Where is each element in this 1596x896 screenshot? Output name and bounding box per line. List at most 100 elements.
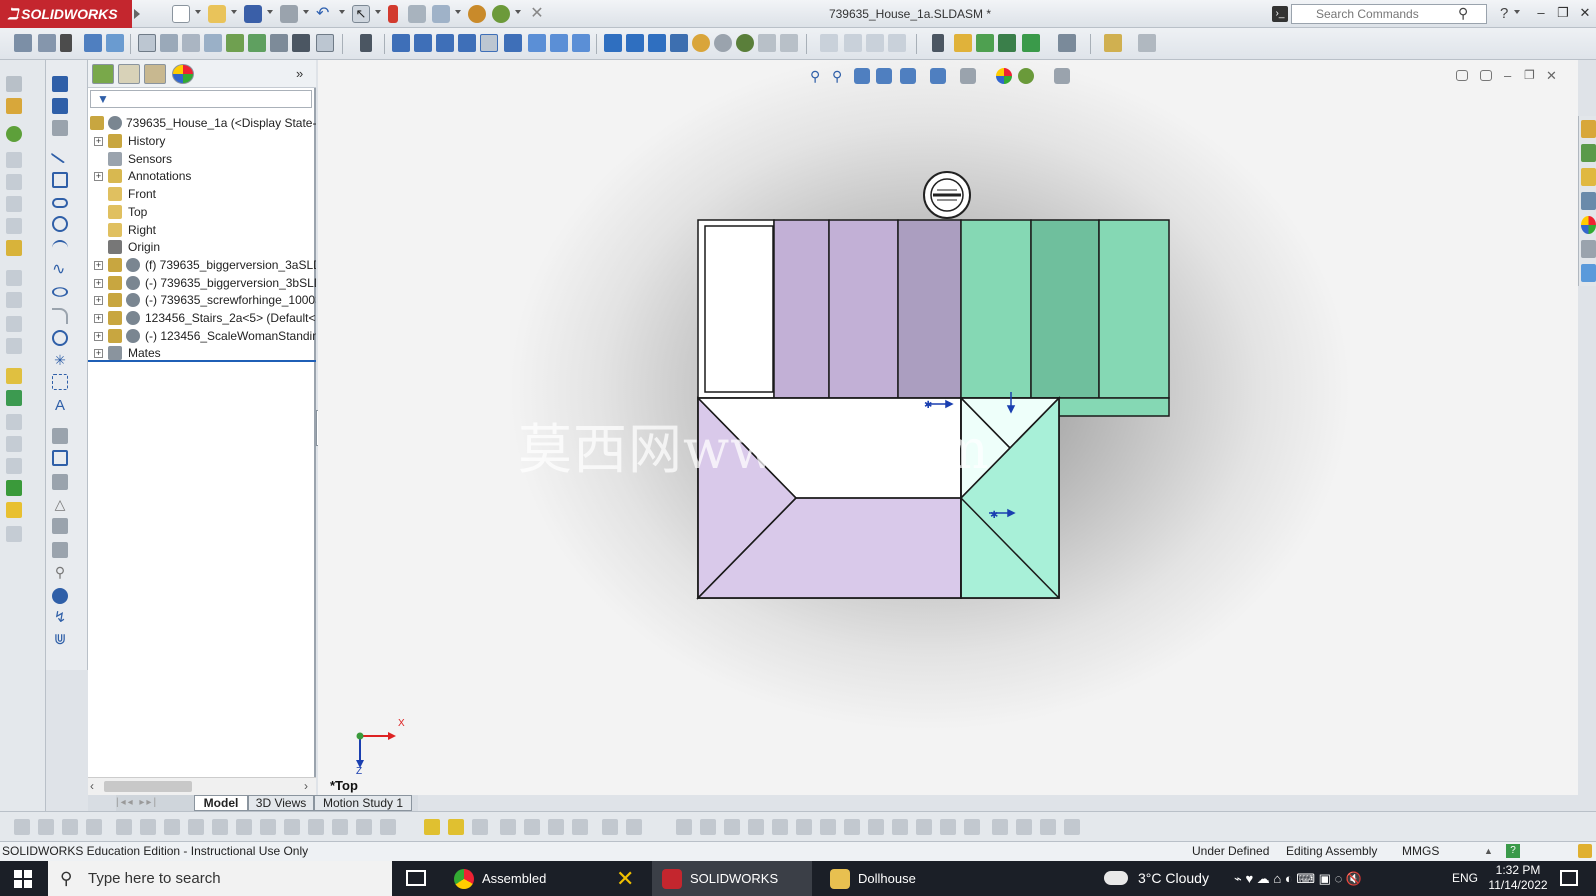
rebuild-status-icon[interactable] <box>1578 844 1592 858</box>
rotate-icon[interactable] <box>670 34 688 52</box>
solidworks-forum-icon[interactable] <box>1581 264 1596 282</box>
solidworks-logo[interactable]: ℶ SOLIDWORKS <box>0 0 132 28</box>
explode-icon[interactable] <box>270 34 288 52</box>
tree-item[interactable]: + Annotations <box>88 167 316 185</box>
feature-tool-35-icon[interactable] <box>892 819 908 835</box>
instant3d-icon[interactable] <box>316 34 334 52</box>
move-entities-icon[interactable] <box>52 542 68 558</box>
expand-panel-icon[interactable]: » <box>296 66 303 81</box>
feature-tool-8-icon[interactable] <box>188 819 204 835</box>
select-icon[interactable] <box>138 34 156 52</box>
select-pointer-icon[interactable]: ↖ <box>352 5 370 23</box>
feature-tool-37-icon[interactable] <box>940 819 956 835</box>
convert-entities-icon[interactable] <box>52 450 68 466</box>
print-dropdown-icon[interactable] <box>303 10 309 14</box>
arc-icon[interactable] <box>52 240 68 256</box>
roof-ornament[interactable] <box>923 171 971 219</box>
show-hidden-icon[interactable] <box>6 240 22 256</box>
rebuild-icon[interactable] <box>388 5 398 23</box>
ellipse-icon[interactable] <box>52 287 68 297</box>
feature-tool-16-icon[interactable] <box>380 819 396 835</box>
point-icon[interactable]: ✳ <box>52 352 68 368</box>
pattern-tool-icon[interactable] <box>6 174 22 190</box>
new-document-icon[interactable] <box>172 5 190 23</box>
view-right-icon[interactable] <box>458 34 476 52</box>
purple-wall-panel-3[interactable] <box>897 219 962 399</box>
sketch-dimension-icon[interactable] <box>52 120 68 136</box>
scroll-left-icon[interactable]: ‹ <box>90 779 94 793</box>
tab-3d-views[interactable]: 3D Views <box>248 795 314 811</box>
section-view-icon[interactable] <box>758 34 776 52</box>
language-indicator[interactable]: ENG <box>1452 861 1478 896</box>
feature-tool-14-icon[interactable] <box>332 819 348 835</box>
feature-tool-30-icon[interactable] <box>772 819 788 835</box>
tree-item[interactable]: Front <box>88 185 316 203</box>
appearance-tool-icon[interactable] <box>6 502 22 518</box>
expand-toggle-icon[interactable]: + <box>94 331 103 341</box>
scene-icon[interactable] <box>492 5 510 23</box>
command-search-icon[interactable]: ›_ <box>1272 6 1288 22</box>
feature-tool-17-icon[interactable] <box>424 819 440 835</box>
smart-fasteners-icon[interactable] <box>6 196 22 212</box>
feature-tool-42-icon[interactable] <box>1064 819 1080 835</box>
move-icon[interactable] <box>292 34 310 52</box>
taskbar-app-x-icon[interactable]: ✕ <box>616 868 634 890</box>
rapid-sketch-icon[interactable]: ⋓ <box>52 632 68 648</box>
feature-tool-13-icon[interactable] <box>308 819 324 835</box>
subassembly-icon[interactable] <box>204 34 222 52</box>
purple-wall-panel-2[interactable] <box>828 219 899 399</box>
tree-item[interactable]: Sensors <box>88 150 316 168</box>
feature-tool-3-icon[interactable] <box>62 819 78 835</box>
exploded-view-icon[interactable] <box>6 368 22 384</box>
component-preview-icon[interactable] <box>6 152 22 168</box>
taskbar-app-chrome[interactable]: Assembled Dollhou... <box>444 861 604 896</box>
resources-icon[interactable] <box>1581 144 1596 162</box>
mate-tool-icon[interactable] <box>6 126 22 142</box>
window-cascade-icon[interactable] <box>844 34 862 52</box>
rectangle-icon[interactable] <box>52 172 68 188</box>
toolbox-icon[interactable] <box>1104 34 1122 52</box>
expand-toggle-icon[interactable]: + <box>94 260 103 270</box>
file-properties-icon[interactable] <box>408 5 426 23</box>
new-dropdown-icon[interactable] <box>195 10 201 14</box>
horizontal-scrollbar[interactable]: ‹ › <box>88 777 316 795</box>
normal-to-icon[interactable] <box>360 34 372 52</box>
feature-tool-23-icon[interactable] <box>572 819 588 835</box>
select-dropdown-icon[interactable] <box>375 10 381 14</box>
feature-tool-15-icon[interactable] <box>356 819 372 835</box>
print-icon[interactable] <box>280 5 298 23</box>
clearance-icon[interactable] <box>998 34 1016 52</box>
mirror-icon[interactable] <box>248 34 266 52</box>
tree-item[interactable]: Right <box>88 221 316 239</box>
expand-toggle-icon[interactable]: + <box>94 314 103 323</box>
measure-icon[interactable] <box>932 34 944 52</box>
green-wall-panel-2[interactable] <box>1030 219 1100 399</box>
tree-filter-input[interactable]: ▼ <box>90 90 312 108</box>
design-library-icon[interactable] <box>1581 168 1596 186</box>
home-icon[interactable] <box>1581 120 1596 138</box>
appearance-icon[interactable] <box>468 5 486 23</box>
instant3d-tool-icon[interactable] <box>6 390 22 406</box>
feature-tool-32-icon[interactable] <box>820 819 836 835</box>
quick-snaps-icon[interactable]: ↯ <box>52 610 68 626</box>
tree-item[interactable]: + (-) 739635_biggerversion_3bSLD <box>88 274 316 292</box>
units-dropdown-icon[interactable]: ▲ <box>1484 842 1493 861</box>
spellcheck-icon[interactable] <box>84 34 102 52</box>
assembly-icon[interactable] <box>182 34 200 52</box>
expand-toggle-icon[interactable]: + <box>94 137 103 146</box>
notifications-icon[interactable] <box>1560 870 1578 886</box>
assembly-visualization-icon[interactable] <box>1058 34 1076 52</box>
tab-motion-study[interactable]: Motion Study 1 <box>314 795 412 811</box>
feature-tool-5-icon[interactable] <box>116 819 132 835</box>
line-icon[interactable] <box>50 146 70 164</box>
expand-toggle-icon[interactable]: + <box>94 278 103 288</box>
window-vertical-icon[interactable] <box>888 34 906 52</box>
feature-tool-10-icon[interactable] <box>236 819 252 835</box>
help-status-icon[interactable]: ? <box>1506 844 1520 858</box>
green-ledge[interactable] <box>1057 397 1170 417</box>
taskbar-app-explorer[interactable]: Dollhouse <box>820 861 930 896</box>
feature-tool-27-icon[interactable] <box>700 819 716 835</box>
pan-icon[interactable] <box>648 34 666 52</box>
cloudy-weather-icon[interactable] <box>1104 871 1128 885</box>
spline-icon[interactable]: ∿ <box>52 262 68 278</box>
